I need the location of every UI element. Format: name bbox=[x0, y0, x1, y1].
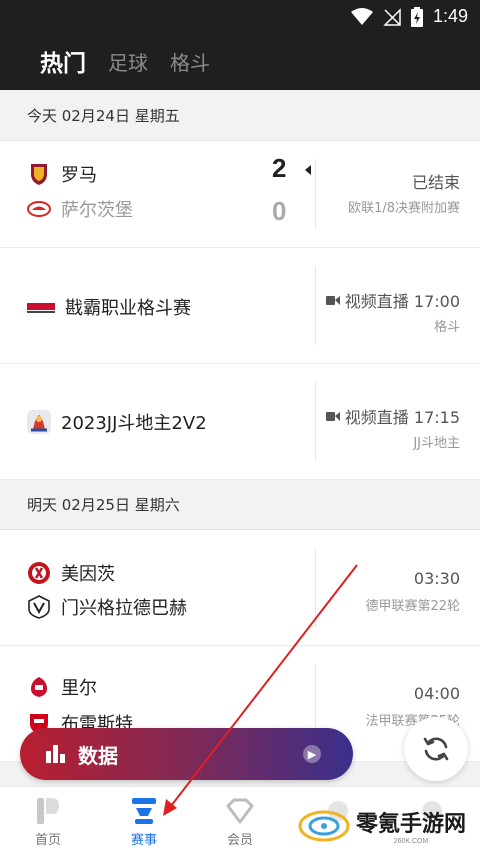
data-entry-label: 数据 bbox=[78, 743, 118, 768]
row-divider bbox=[315, 548, 316, 627]
live-status-text: 视频直播 17:15 bbox=[344, 408, 460, 427]
tab-hot[interactable]: 热门 bbox=[40, 44, 86, 78]
watermark-sub: 260K.COM bbox=[393, 838, 429, 845]
event-title: 2023JJ斗地主2V2 bbox=[27, 409, 207, 435]
bar-chart-icon bbox=[46, 745, 65, 763]
home-team-name: 里尔 bbox=[61, 678, 97, 699]
jj-logo-icon bbox=[27, 410, 51, 434]
status-icons: 1:49 bbox=[350, 6, 468, 27]
top-tab-bar: 热门 足球 格斗 bbox=[0, 32, 480, 90]
home-team-name: 美因茨 bbox=[61, 564, 115, 585]
match-league: 德甲联赛第22轮 bbox=[365, 599, 460, 614]
event-row-jj[interactable]: 2023JJ斗地主2V2 视频直播 17:15 JJ斗地主 bbox=[0, 364, 480, 480]
tab-fighting[interactable]: 格斗 bbox=[170, 47, 210, 76]
tab-football[interactable]: 足球 bbox=[108, 47, 148, 76]
row-divider bbox=[315, 159, 316, 229]
event-category: 格斗 bbox=[433, 320, 460, 335]
no-signal-icon bbox=[383, 7, 401, 26]
mainz-logo-icon bbox=[28, 562, 50, 584]
row-divider bbox=[315, 266, 316, 345]
home-team-name: 罗马 bbox=[61, 165, 97, 186]
nav-events[interactable]: 赛事 bbox=[104, 795, 184, 848]
away-team-name: 萨尔茨堡 bbox=[61, 200, 133, 221]
video-camera-icon bbox=[325, 295, 340, 305]
lille-logo-icon bbox=[31, 677, 47, 697]
nav-home-label: 首页 bbox=[34, 833, 61, 848]
events-icon bbox=[104, 795, 184, 827]
away-team: 门兴格拉德巴赫 bbox=[27, 594, 187, 620]
home-icon bbox=[8, 795, 88, 827]
event-category: JJ斗地主 bbox=[413, 436, 460, 451]
refresh-button[interactable] bbox=[404, 717, 468, 781]
watermark-text: 零氪手游网 bbox=[356, 812, 467, 837]
live-status: 视频直播 17:00 bbox=[325, 288, 460, 312]
watermark-logo-icon bbox=[298, 810, 350, 841]
watermark: 零氪手游网 260K.COM bbox=[298, 806, 466, 845]
match-time: 04:00 bbox=[413, 684, 460, 703]
battery-charging-icon bbox=[410, 6, 423, 27]
video-camera-icon bbox=[325, 411, 340, 421]
event-title-text: 戡霸职业格斗赛 bbox=[65, 298, 191, 319]
nav-events-label: 赛事 bbox=[130, 833, 157, 848]
home-team: 里尔 bbox=[27, 674, 97, 700]
event-title: 戡霸职业格斗赛 bbox=[27, 294, 191, 320]
event-row-fighting[interactable]: 戡霸职业格斗赛 视频直播 17:00 格斗 bbox=[0, 248, 480, 364]
home-team: 罗马 bbox=[27, 161, 97, 187]
date-header-today: 今天 02月24日 星期五 bbox=[0, 91, 480, 141]
nav-vip-label: 会员 bbox=[226, 833, 253, 848]
gladbach-logo-icon bbox=[28, 595, 50, 619]
roma-logo-icon bbox=[31, 164, 47, 185]
rebel-logo-icon bbox=[27, 303, 55, 313]
live-status: 视频直播 17:15 bbox=[325, 404, 460, 428]
live-status-text: 视频直播 17:00 bbox=[344, 292, 460, 311]
away-score: 0 bbox=[272, 196, 287, 226]
match-row-roma-salzburg[interactable]: 罗马 萨尔茨堡 2 0 已结束 欧联1/8决赛附加赛 bbox=[0, 141, 480, 248]
data-entry-button[interactable]: 数据 ▶ bbox=[20, 728, 353, 780]
home-team: 美因茨 bbox=[27, 560, 115, 586]
away-team-name: 门兴格拉德巴赫 bbox=[61, 598, 187, 619]
row-divider bbox=[315, 382, 316, 461]
winner-indicator-icon bbox=[305, 165, 311, 175]
match-league: 欧联1/8决赛附加赛 bbox=[348, 201, 460, 216]
nav-home[interactable]: 首页 bbox=[8, 795, 88, 848]
diamond-icon bbox=[200, 795, 280, 827]
chevron-right-icon: ▶ bbox=[303, 745, 321, 763]
match-time: 03:30 bbox=[413, 569, 460, 588]
refresh-icon bbox=[423, 737, 449, 761]
match-status: 已结束 bbox=[411, 173, 460, 192]
wifi-icon bbox=[350, 7, 373, 25]
salzburg-logo-icon bbox=[27, 201, 51, 217]
away-team: 萨尔茨堡 bbox=[27, 196, 133, 222]
home-score: 2 bbox=[272, 153, 287, 183]
date-header-tomorrow: 明天 02月25日 星期六 bbox=[0, 480, 480, 530]
nav-vip[interactable]: 会员 bbox=[200, 795, 280, 848]
match-row-mainz-gladbach[interactable]: 美因茨 门兴格拉德巴赫 03:30 德甲联赛第22轮 bbox=[0, 530, 480, 646]
status-time: 1:49 bbox=[432, 6, 468, 26]
event-title-text: 2023JJ斗地主2V2 bbox=[61, 413, 207, 434]
status-bar: 1:49 bbox=[0, 0, 480, 32]
